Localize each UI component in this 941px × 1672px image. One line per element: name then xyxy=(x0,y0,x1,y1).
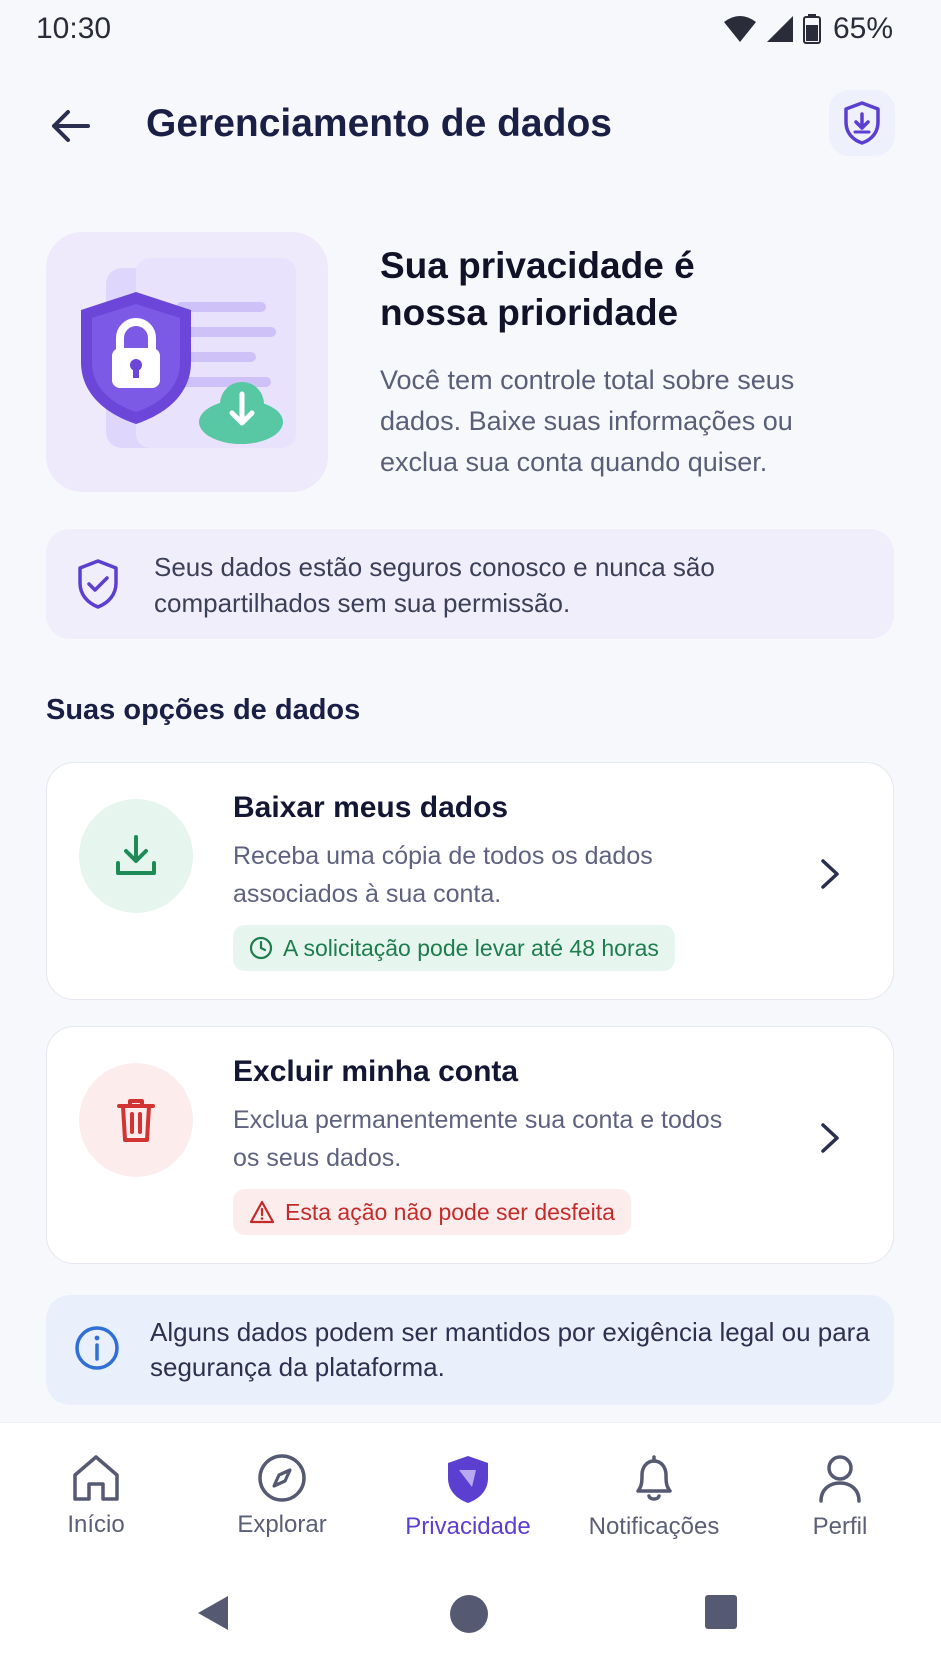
section-heading: Suas opções de dados xyxy=(46,694,361,726)
shield-check-icon xyxy=(78,559,118,609)
nav-label-perfil: Perfil xyxy=(812,1513,868,1540)
download-time-badge: A solicitação pode levar até 48 horas xyxy=(233,925,675,971)
shield-download-icon xyxy=(844,101,880,145)
hero-description: Você tem controle total sobre seus dados… xyxy=(380,365,795,477)
status-time: 10:30 xyxy=(36,12,112,45)
info-icon xyxy=(75,1326,119,1370)
battery-icon xyxy=(802,14,821,44)
download-data-card[interactable]: Baixar meus dados Receba uma cópia de to… xyxy=(46,762,894,1000)
chevron-right-icon xyxy=(821,1123,839,1153)
shield-icon xyxy=(448,1456,488,1503)
trash-icon-circle xyxy=(79,1063,193,1177)
system-back-icon[interactable] xyxy=(196,1594,230,1632)
delete-card-description: Exclua permanentemente sua conta e todos… xyxy=(233,1106,723,1172)
nav-label-explorar: Explorar xyxy=(237,1511,327,1538)
download-badge-text: A solicitação pode levar até 48 horas xyxy=(283,934,659,961)
trash-icon xyxy=(117,1099,155,1142)
chevron-right-icon xyxy=(821,859,839,889)
nav-item-explorar[interactable]: Explorar xyxy=(197,1453,367,1539)
back-button[interactable] xyxy=(44,100,96,152)
nav-label-notificacoes: Notificações xyxy=(588,1513,720,1540)
status-icons: 65% xyxy=(723,12,893,46)
download-icon xyxy=(116,835,156,875)
system-navigation-bar xyxy=(0,1562,941,1672)
nav-item-perfil[interactable]: Perfil xyxy=(755,1453,925,1541)
signal-icon xyxy=(766,16,793,42)
clock-icon xyxy=(249,936,273,960)
hero-title-line1: Sua privacidade é xyxy=(380,245,695,286)
home-icon xyxy=(73,1455,119,1501)
user-icon xyxy=(819,1455,861,1503)
system-recents-icon[interactable] xyxy=(704,1594,738,1630)
compass-icon xyxy=(258,1454,306,1502)
hero-title-line2: nossa prioridade xyxy=(380,292,679,333)
nav-label-inicio: Início xyxy=(67,1511,125,1538)
download-card-title: Baixar meus dados xyxy=(233,791,509,824)
bell-icon xyxy=(636,1455,672,1501)
shield-download-button[interactable] xyxy=(829,90,895,156)
wifi-icon xyxy=(723,16,756,42)
nav-label-privacidade: Privacidade xyxy=(405,1513,531,1540)
download-card-description: Receba uma cópia de todos os dados assoc… xyxy=(233,842,653,908)
delete-card-title: Excluir minha conta xyxy=(233,1055,519,1088)
delete-warning-badge: Esta ação não pode ser desfeita xyxy=(233,1189,631,1235)
nav-item-inicio[interactable]: Início xyxy=(11,1453,181,1539)
bottom-navigation: Início Explorar Privacidade Notificações… xyxy=(0,1422,941,1562)
secure-banner-text: Seus dados estão seguros conosco e nunca… xyxy=(154,552,715,618)
nav-item-privacidade[interactable]: Privacidade xyxy=(383,1453,553,1541)
arrow-left-icon xyxy=(52,110,90,142)
system-home-icon[interactable] xyxy=(449,1594,489,1634)
privacy-illustration xyxy=(46,232,328,492)
secure-data-banner: Seus dados estão seguros conosco e nunca… xyxy=(46,529,894,639)
hero-title: Sua privacidade é nossa prioridade xyxy=(380,242,860,336)
info-banner-text: Alguns dados podem ser mantidos por exig… xyxy=(150,1317,870,1382)
status-bar: 10:30 65% xyxy=(0,0,941,58)
battery-percent: 65% xyxy=(832,12,893,45)
warning-icon xyxy=(249,1200,275,1224)
shield-lock-illustration-icon xyxy=(81,258,296,448)
download-icon-circle xyxy=(79,799,193,913)
nav-item-notificacoes[interactable]: Notificações xyxy=(569,1453,739,1541)
legal-info-banner: Alguns dados podem ser mantidos por exig… xyxy=(46,1295,894,1405)
page-title: Gerenciamento de dados xyxy=(146,102,612,145)
delete-badge-text: Esta ação não pode ser desfeita xyxy=(285,1198,615,1225)
delete-account-card[interactable]: Excluir minha conta Exclua permanentemen… xyxy=(46,1026,894,1264)
app-bar: Gerenciamento de dados xyxy=(0,80,941,170)
